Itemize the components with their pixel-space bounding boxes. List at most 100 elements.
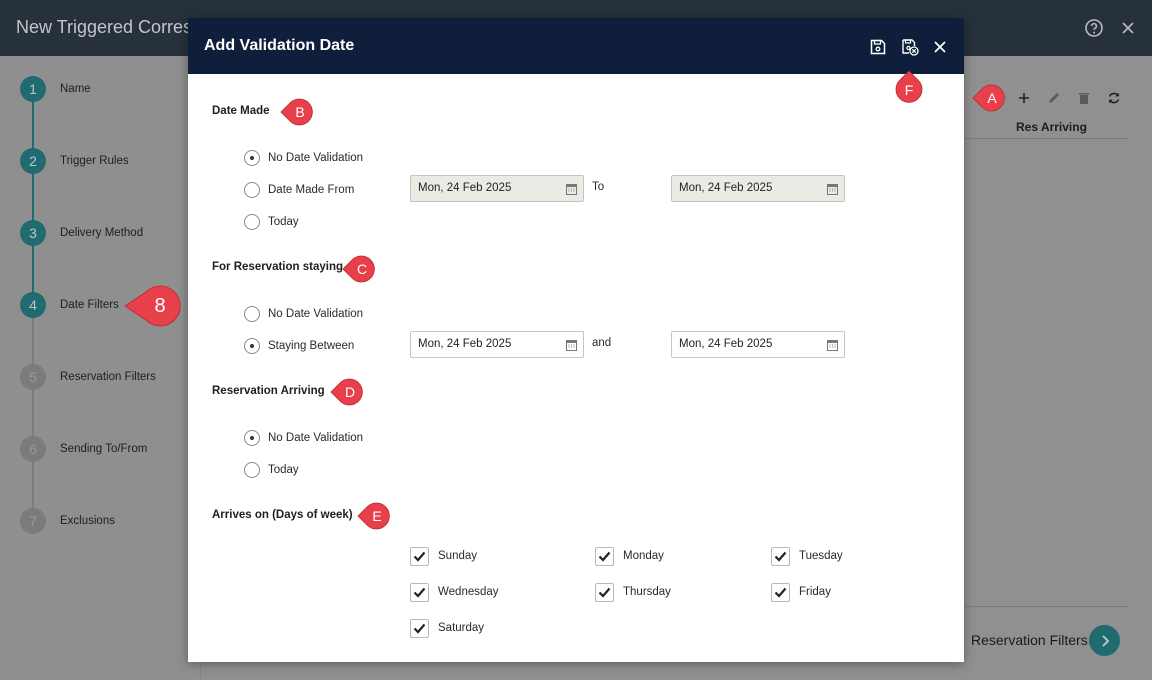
app-title: New Triggered Corresp	[16, 17, 203, 37]
refresh-icon[interactable]	[1106, 90, 1122, 106]
close-app-icon[interactable]	[1118, 18, 1138, 38]
checkbox-label: Sunday	[438, 550, 478, 562]
step-sending-to-from[interactable]: 6 Sending To/From	[20, 435, 147, 463]
checkbox[interactable]	[771, 546, 790, 566]
step-delivery-method[interactable]: 3 Delivery Method	[20, 219, 143, 247]
step-number: 6	[20, 436, 46, 462]
staying-between-radio[interactable]: Staying Between	[244, 337, 354, 355]
step-label: Exclusions	[60, 515, 115, 527]
step-label: Reservation Filters	[60, 371, 156, 383]
radio-label: Date Made From	[268, 184, 355, 196]
radio-button[interactable]	[244, 214, 260, 230]
callout-label: E	[372, 508, 382, 524]
save-icon[interactable]	[869, 38, 887, 56]
save-and-close-icon[interactable]	[901, 38, 919, 56]
checkbox[interactable]	[595, 582, 614, 602]
date-made-today-radio[interactable]: Today	[244, 213, 299, 231]
calendar-icon[interactable]	[566, 183, 577, 195]
arriving-today-radio[interactable]: Today	[244, 461, 299, 479]
calendar-icon[interactable]	[566, 339, 577, 351]
callout-a: A	[972, 83, 1006, 113]
chevron-right-icon	[1101, 634, 1109, 647]
radio-button[interactable]	[244, 306, 260, 322]
checkbox-label: Monday	[623, 550, 664, 562]
add-icon[interactable]	[1016, 90, 1032, 106]
radio-button[interactable]	[244, 338, 260, 354]
check-icon	[598, 587, 611, 598]
check-icon	[598, 551, 611, 562]
radio-button[interactable]	[244, 462, 260, 478]
checkbox[interactable]	[410, 582, 429, 602]
friday-checkbox[interactable]: Friday	[771, 582, 831, 602]
grid-header-divider	[964, 138, 1128, 139]
callout-step: 8	[124, 285, 186, 327]
step-number: 4	[20, 292, 46, 318]
step-name[interactable]: 1 Name	[20, 75, 91, 103]
calendar-icon[interactable]	[827, 339, 838, 351]
date-made-title: Date Made	[212, 105, 270, 117]
radio-button[interactable]	[244, 150, 260, 166]
check-icon	[413, 551, 426, 562]
arriving-no-validation-radio[interactable]: No Date Validation	[244, 429, 363, 447]
close-dialog-icon[interactable]	[931, 38, 949, 56]
calendar-icon[interactable]	[827, 183, 838, 195]
grid-column-header[interactable]: Res Arriving	[1016, 120, 1087, 134]
date-value: Mon, 24 Feb 2025	[418, 182, 512, 194]
wednesday-checkbox[interactable]: Wednesday	[410, 582, 499, 602]
date-made-from-radio[interactable]: Date Made From	[244, 181, 354, 199]
help-icon[interactable]	[1084, 18, 1104, 38]
checkbox-label: Friday	[799, 586, 831, 598]
step-label: Name	[60, 83, 91, 95]
radio-label: No Date Validation	[268, 308, 364, 320]
staying-to-field[interactable]: Mon, 24 Feb 2025	[671, 331, 845, 358]
step-label: Delivery Method	[60, 227, 144, 239]
next-step-label: Reservation Filters	[971, 632, 1088, 648]
staying-and-label: and	[592, 337, 612, 349]
step-label: Sending To/From	[60, 443, 148, 455]
check-icon	[774, 587, 787, 598]
radio-button[interactable]	[244, 182, 260, 198]
date-made-to-label: To	[592, 181, 605, 193]
checkbox[interactable]	[410, 546, 429, 566]
callout-label: A	[987, 90, 997, 106]
step-reservation-filters[interactable]: 5 Reservation Filters	[20, 363, 156, 391]
tuesday-checkbox[interactable]: Tuesday	[771, 546, 843, 566]
step-pending-line	[32, 310, 34, 520]
next-step-button[interactable]	[1089, 625, 1120, 656]
delete-icon[interactable]	[1076, 90, 1092, 106]
step-number: 2	[20, 148, 46, 174]
saturday-checkbox[interactable]: Saturday	[410, 618, 484, 638]
step-number: 5	[20, 364, 46, 390]
edit-icon[interactable]	[1046, 90, 1062, 106]
radio-label: No Date Validation	[268, 432, 364, 444]
sunday-checkbox[interactable]: Sunday	[410, 546, 477, 566]
monday-checkbox[interactable]: Monday	[595, 546, 664, 566]
callout-label: 8	[154, 294, 166, 317]
step-trigger-rules[interactable]: 2 Trigger Rules	[20, 147, 129, 175]
date-value: Mon, 24 Feb 2025	[679, 338, 773, 350]
checkbox[interactable]	[410, 618, 429, 638]
date-made-no-validation-radio[interactable]: No Date Validation	[244, 149, 363, 167]
check-icon	[413, 587, 426, 598]
callout-e: E	[357, 501, 391, 531]
footer-divider	[964, 606, 1128, 607]
callout-d: D	[330, 377, 364, 407]
staying-from-field[interactable]: Mon, 24 Feb 2025	[410, 331, 584, 358]
step-number: 7	[20, 508, 46, 534]
checkbox[interactable]	[771, 582, 790, 602]
callout-label: C	[356, 261, 368, 277]
step-number: 1	[20, 76, 46, 102]
step-date-filters[interactable]: 4 Date Filters	[20, 291, 119, 319]
thursday-checkbox[interactable]: Thursday	[595, 582, 671, 602]
radio-button[interactable]	[244, 430, 260, 446]
days-of-week-title: Arrives on (Days of week)	[212, 509, 353, 521]
callout-f: F	[894, 70, 924, 104]
checkbox[interactable]	[595, 546, 614, 566]
callout-c: C	[342, 254, 376, 284]
date-made-to-field[interactable]: Mon, 24 Feb 2025	[671, 175, 845, 202]
step-label: Date Filters	[60, 299, 119, 311]
check-icon	[774, 551, 787, 562]
step-exclusions[interactable]: 7 Exclusions	[20, 507, 115, 535]
staying-no-validation-radio[interactable]: No Date Validation	[244, 305, 363, 323]
date-made-from-field[interactable]: Mon, 24 Feb 2025	[410, 175, 584, 202]
